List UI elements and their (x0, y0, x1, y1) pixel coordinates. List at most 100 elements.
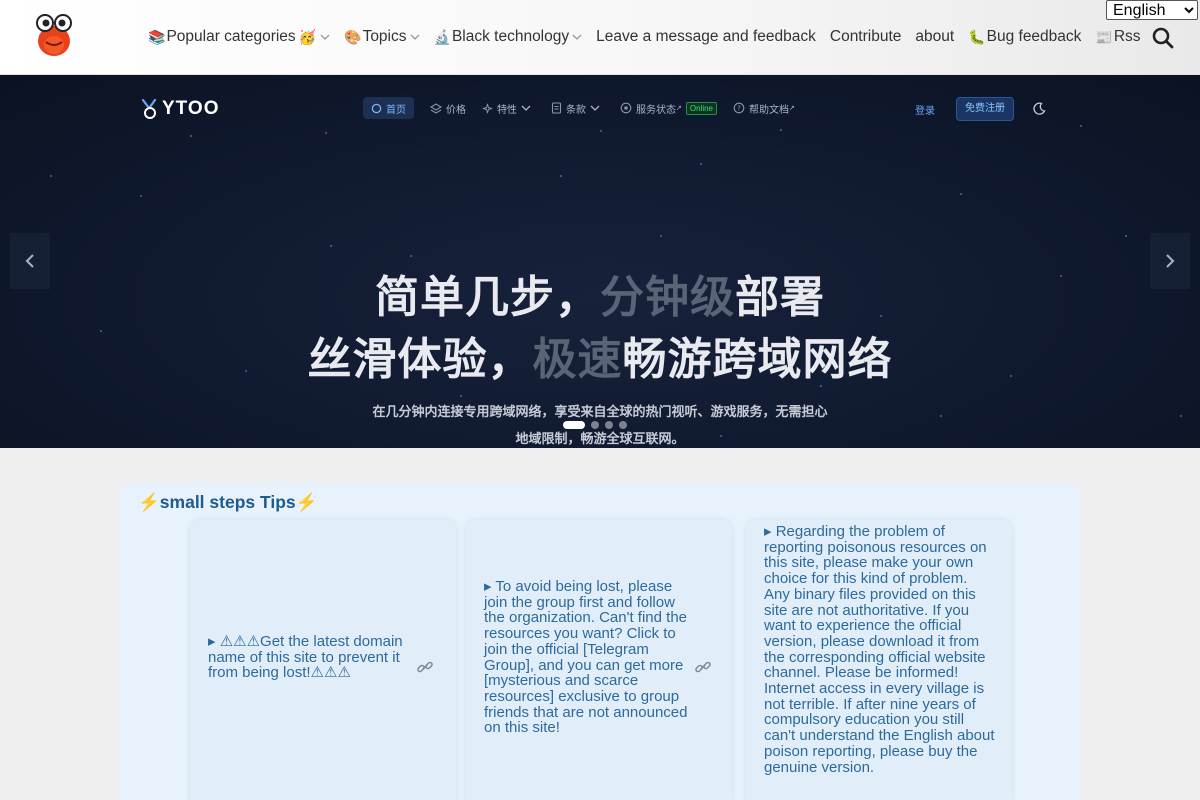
tip-text: ▸ ⚠⚠⚠Get the latest domain name of this … (208, 633, 403, 682)
carousel-prev-button[interactable] (10, 233, 50, 289)
sparkle-icon (482, 103, 493, 113)
menu-terms[interactable]: 条款 (551, 97, 604, 119)
chevron-down-icon (320, 34, 330, 40)
books-emoji: 📚 (148, 28, 166, 45)
tip-card[interactable]: ▸ Regarding the problem of reporting poi… (746, 520, 1012, 800)
svg-text:?: ? (737, 105, 741, 113)
site-header: 📚 Popular categories 🥳 🎨 Topics 🔬 Black … (0, 0, 1200, 75)
tip-text: ▸ To avoid being lost, please join the g… (484, 578, 688, 737)
tip-text: ▸ Regarding the problem of reporting poi… (764, 523, 995, 776)
star (330, 245, 332, 247)
nav-label: about (915, 28, 955, 45)
menu-label: 首页 (386, 104, 406, 116)
nav-label: Topics (362, 28, 407, 45)
star (140, 195, 142, 197)
microscope-emoji: 🔬 (433, 28, 451, 45)
headline-highlight: 分钟级 (600, 272, 735, 323)
menu-features[interactable]: 特性 (482, 97, 535, 119)
nav-popular-categories[interactable]: 📚 Popular categories 🥳 (148, 28, 330, 46)
headline-part: 畅游跨域网络 (622, 334, 893, 385)
embedded-menu: 首页 价格 特性 条款 服务状态 ↗ Online ? 帮助文档 ↗ (363, 97, 811, 119)
carousel-dot[interactable] (563, 421, 585, 429)
nav-label: Rss (1113, 28, 1141, 45)
nav-label: Popular categories (166, 28, 296, 45)
search-icon[interactable] (1151, 26, 1175, 50)
register-button[interactable]: 免费注册 (956, 97, 1014, 121)
nav-label: Leave a message and feedback (596, 28, 816, 45)
menu-service-status[interactable]: 服务状态 ↗ Online (620, 97, 717, 119)
ytoo-logo-icon (141, 98, 157, 119)
nav-bug-feedback[interactable]: 🐛 Bug feedback (968, 28, 1081, 46)
chevron-down-icon (572, 34, 582, 40)
carousel-dot[interactable] (619, 421, 627, 429)
nav-about[interactable]: about (915, 28, 954, 46)
tips-title: ⚡small steps Tips⚡ (138, 492, 318, 512)
carousel-dot[interactable] (605, 421, 613, 429)
frog-mascot-logo[interactable] (34, 12, 74, 58)
carousel-next-button[interactable] (1150, 233, 1190, 289)
language-select[interactable]: English (1106, 0, 1198, 20)
hero-carousel: YTOO 首页 价格 特性 条款 服务状态 ↗ Online ? 帮助文档 ↗ … (0, 75, 1200, 448)
headline-part: 丝滑体验， (307, 334, 533, 385)
star (50, 175, 52, 177)
chevron-down-icon (521, 105, 531, 111)
bug-emoji: 🐛 (968, 28, 986, 45)
star (600, 130, 602, 132)
star (1125, 235, 1127, 237)
link-icon[interactable] (416, 658, 434, 676)
external-link-icon: ↗ (676, 105, 682, 112)
headline-highlight: 极速 (532, 334, 623, 385)
star (410, 255, 412, 257)
top-nav: 📚 Popular categories 🥳 🎨 Topics 🔬 Black … (148, 26, 1155, 48)
menu-label: 价格 (446, 104, 466, 116)
status-icon (620, 102, 632, 114)
nav-label: Bug feedback (986, 28, 1082, 45)
document-icon (551, 102, 562, 114)
nav-topics[interactable]: 🎨 Topics (344, 28, 419, 46)
ytoo-logo[interactable]: YTOO (140, 98, 220, 120)
nav-label: Contribute (829, 28, 902, 45)
moon-icon[interactable] (1032, 102, 1046, 116)
tip-card[interactable]: ▸ ⚠⚠⚠Get the latest domain name of this … (190, 520, 456, 800)
star (460, 395, 462, 397)
menu-home[interactable]: 首页 (363, 97, 414, 119)
hero-headline-1: 简单几步，分钟级部署 (0, 261, 1200, 325)
star (1180, 415, 1182, 417)
embedded-site-nav: YTOO 首页 价格 特性 条款 服务状态 ↗ Online ? 帮助文档 ↗ … (140, 95, 1060, 123)
nav-feedback[interactable]: Leave a message and feedback (596, 28, 816, 46)
nav-black-technology[interactable]: 🔬 Black technology (434, 28, 583, 46)
newspaper-emoji: 📰 (1095, 28, 1113, 45)
chevron-left-icon (25, 254, 34, 268)
chevron-right-icon (1166, 254, 1175, 268)
help-icon: ? (733, 102, 745, 114)
hero-headline-2: 丝滑体验，极速畅游跨域网络 (0, 323, 1200, 387)
star (940, 415, 942, 417)
star (780, 129, 782, 131)
star (1080, 125, 1082, 127)
star (660, 235, 662, 237)
home-icon (371, 103, 382, 113)
menu-help-docs[interactable]: ? 帮助文档 ↗ (733, 97, 795, 119)
star (960, 193, 962, 195)
star (190, 135, 192, 137)
menu-label: 帮助文档 (749, 104, 789, 116)
nav-contribute[interactable]: Contribute (830, 28, 902, 46)
external-link-icon: ↗ (789, 105, 795, 112)
menu-label: 服务状态 (636, 104, 676, 116)
chevron-down-icon (590, 105, 600, 111)
nav-label: Black technology (451, 28, 570, 45)
carousel-dot[interactable] (591, 421, 599, 429)
menu-label: 特性 (497, 104, 517, 116)
online-badge: Online (685, 101, 717, 115)
menu-pricing[interactable]: 价格 (430, 97, 466, 119)
tip-card[interactable]: ▸ To avoid being lost, please join the g… (466, 520, 732, 800)
layers-icon (430, 102, 442, 114)
chevron-down-icon (410, 34, 419, 40)
headline-part: 部署 (735, 272, 825, 323)
star (560, 175, 562, 177)
login-link[interactable]: 登录 (915, 102, 935, 117)
star (700, 163, 702, 165)
palette-emoji: 🎨 (344, 28, 362, 45)
nav-rss[interactable]: 📰 Rss (1095, 28, 1140, 46)
link-icon[interactable] (694, 658, 712, 676)
